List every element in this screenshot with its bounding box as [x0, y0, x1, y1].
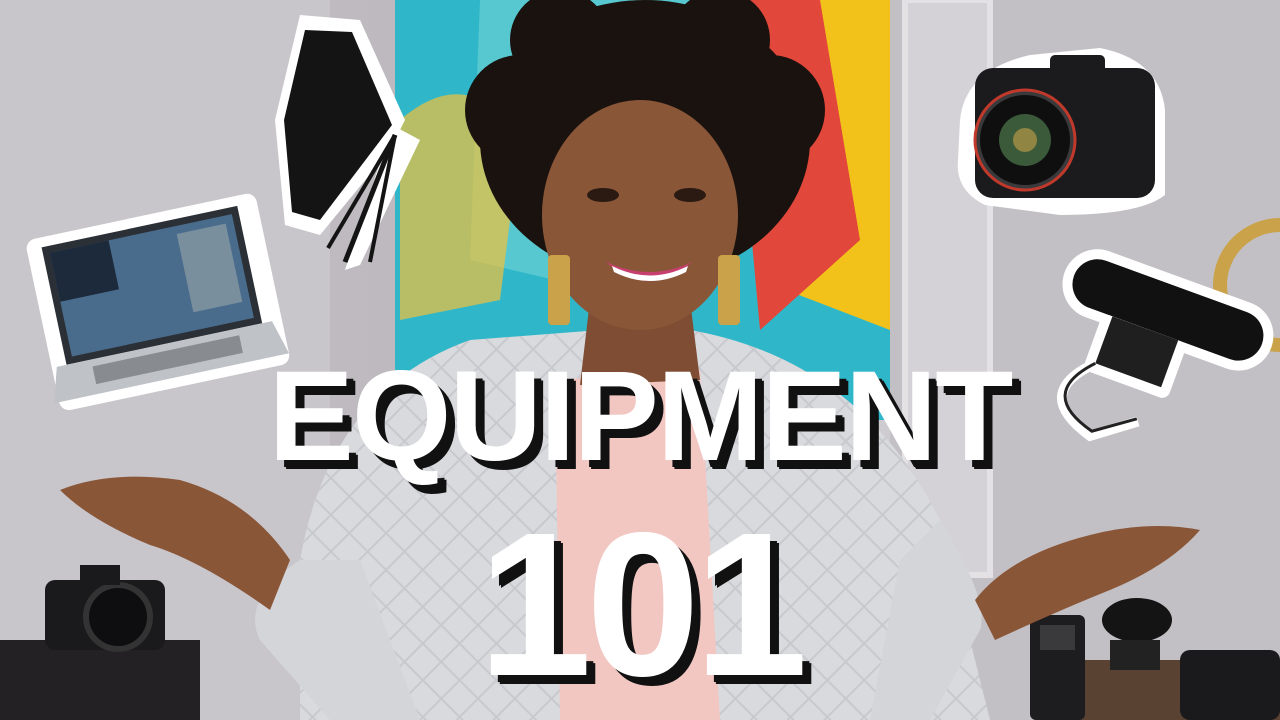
- title-equipment: EQUIPMENT: [268, 345, 1014, 488]
- dslr-camera-icon: [957, 48, 1165, 215]
- title-101: 101: [477, 490, 808, 719]
- thumbnail-scene: EQUIPMENT 101: [0, 0, 1280, 720]
